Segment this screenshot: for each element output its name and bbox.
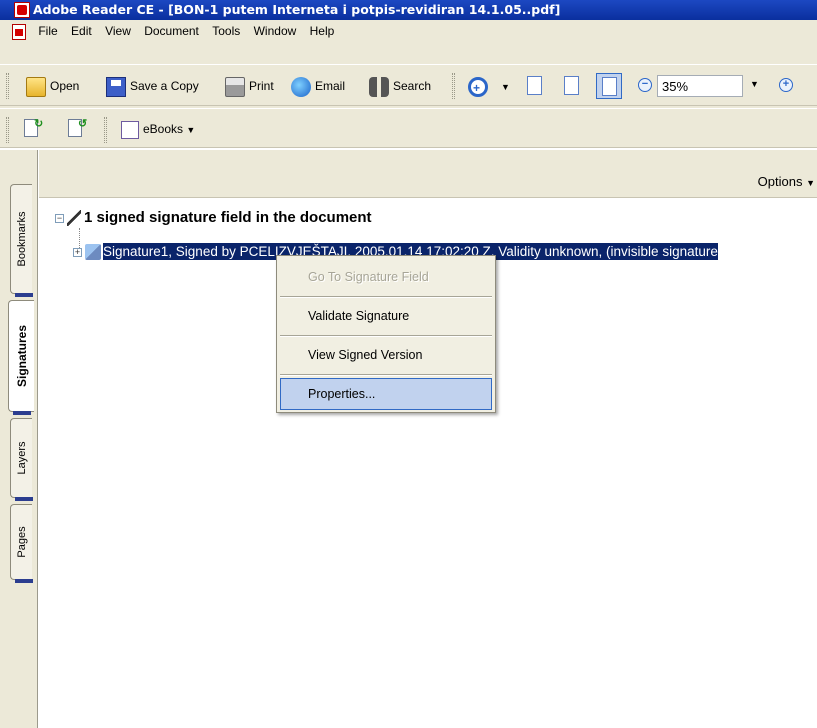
rotate-clockwise-button[interactable]: ↻ [20, 117, 44, 141]
menu-help[interactable]: Help [305, 20, 340, 42]
toolbar-grip[interactable] [6, 73, 9, 99]
zoom-dropdown-icon[interactable]: ▼ [750, 79, 759, 89]
signatures-panel-header: Options ▼ [39, 150, 817, 198]
pen-signature-icon [67, 210, 81, 227]
zoom-out-button[interactable]: − [638, 78, 652, 92]
print-label: Print [249, 79, 274, 93]
chevron-down-icon: ▼ [186, 125, 196, 135]
fit-width-button[interactable] [596, 73, 622, 99]
menu-tools[interactable]: Tools [207, 20, 245, 42]
chevron-down-icon: ▼ [501, 82, 510, 92]
search-label: Search [393, 79, 432, 93]
rotate-counterclockwise-icon: ↺ [78, 118, 88, 130]
tab-signatures-label: Signatures [14, 324, 29, 388]
fit-page-button[interactable] [559, 73, 585, 99]
menu-separator [280, 296, 492, 298]
navigation-pane-tabs: Bookmarks Signatures Layers Pages [0, 150, 38, 728]
document-menu-icon[interactable] [12, 23, 26, 40]
save-copy-button[interactable]: Save a Copy [106, 74, 199, 98]
rotate-counterclockwise-button[interactable]: ↺ [64, 117, 88, 141]
zoom-tool-dropdown[interactable]: ▼ [501, 74, 510, 98]
chevron-down-icon: ▼ [806, 178, 815, 188]
menu-item-go-to-signature-field[interactable]: Go To Signature Field [280, 261, 492, 293]
tab-bookmarks[interactable]: Bookmarks [10, 184, 33, 297]
toolbar-grip[interactable] [104, 117, 107, 143]
email-globe-icon [291, 76, 311, 97]
toolbar-grip[interactable] [452, 73, 455, 99]
menu-document[interactable]: Document [139, 20, 204, 42]
secondary-toolbar: ↻ ↺ eBooks ▼ [0, 108, 817, 148]
tab-marker [15, 579, 33, 583]
toolbar-grip[interactable] [6, 117, 9, 143]
binoculars-icon [369, 76, 389, 97]
options-label: Options [757, 174, 803, 189]
window-title-bar[interactable]: Adobe Reader CE - [BON-1 putem Interneta… [0, 0, 817, 20]
page-icon [602, 77, 617, 96]
menu-window[interactable]: Window [249, 20, 302, 42]
menu-edit[interactable]: Edit [66, 20, 97, 42]
actual-size-button[interactable] [522, 73, 548, 99]
menu-view[interactable]: View [100, 20, 136, 42]
ebooks-icon [121, 120, 139, 139]
toolbar-dock [0, 42, 817, 64]
tab-bookmarks-label: Bookmarks [15, 211, 28, 267]
menu-separator [280, 335, 492, 337]
zoom-in-button[interactable]: + [779, 78, 793, 92]
printer-icon [225, 76, 245, 97]
signature-context-menu: Go To Signature Field Validate Signature… [276, 255, 496, 413]
tree-root-item[interactable]: − 1 signed signature field in the documen… [55, 208, 372, 228]
menu-separator [280, 374, 492, 376]
menu-item-validate-signature[interactable]: Validate Signature [280, 300, 492, 332]
menu-bar: File Edit View Document Tools Window Hel… [0, 20, 817, 42]
rotate-clockwise-icon: ↻ [34, 118, 44, 130]
open-button[interactable]: Open [26, 74, 79, 98]
zoom-in-tool-button[interactable] [468, 74, 492, 100]
zoom-level-input[interactable] [657, 75, 743, 97]
options-menu-button[interactable]: Options ▼ [758, 174, 815, 189]
tree-root-label: 1 signed signature field in the document [84, 209, 372, 226]
page-icon [527, 76, 542, 95]
page-icon [564, 76, 579, 95]
tab-pages[interactable]: Pages [10, 504, 33, 583]
search-button[interactable]: Search [369, 74, 431, 98]
menu-item-properties[interactable]: Properties... [280, 378, 492, 410]
tab-marker [15, 293, 33, 297]
expand-icon[interactable]: + [73, 247, 82, 257]
tab-layers-label: Layers [15, 441, 28, 475]
ebooks-label: eBooks [143, 122, 184, 136]
magnifier-icon [468, 76, 488, 100]
window-title: Adobe Reader CE - [BON-1 putem Interneta… [33, 2, 561, 17]
tab-layers[interactable]: Layers [10, 418, 33, 501]
tab-pages-label: Pages [15, 526, 28, 558]
signature-status-icon [85, 244, 101, 261]
open-label: Open [50, 79, 80, 93]
email-button[interactable]: Email [291, 74, 345, 98]
email-label: Email [315, 79, 346, 93]
tab-signatures[interactable]: Signatures [8, 300, 34, 415]
save-copy-label: Save a Copy [130, 79, 199, 93]
collapse-icon[interactable]: − [55, 213, 64, 223]
adobe-reader-icon [14, 2, 30, 18]
main-toolbar: Open Save a Copy Print Email Search ▼ − … [0, 64, 817, 106]
menu-file[interactable]: File [33, 20, 62, 42]
ebooks-button[interactable]: eBooks ▼ [121, 118, 195, 141]
tab-marker [13, 411, 31, 415]
open-folder-icon [26, 76, 46, 97]
tab-marker [15, 497, 33, 501]
print-button[interactable]: Print [225, 74, 274, 98]
floppy-disk-icon [106, 76, 126, 97]
menu-item-view-signed-version[interactable]: View Signed Version [280, 339, 492, 371]
